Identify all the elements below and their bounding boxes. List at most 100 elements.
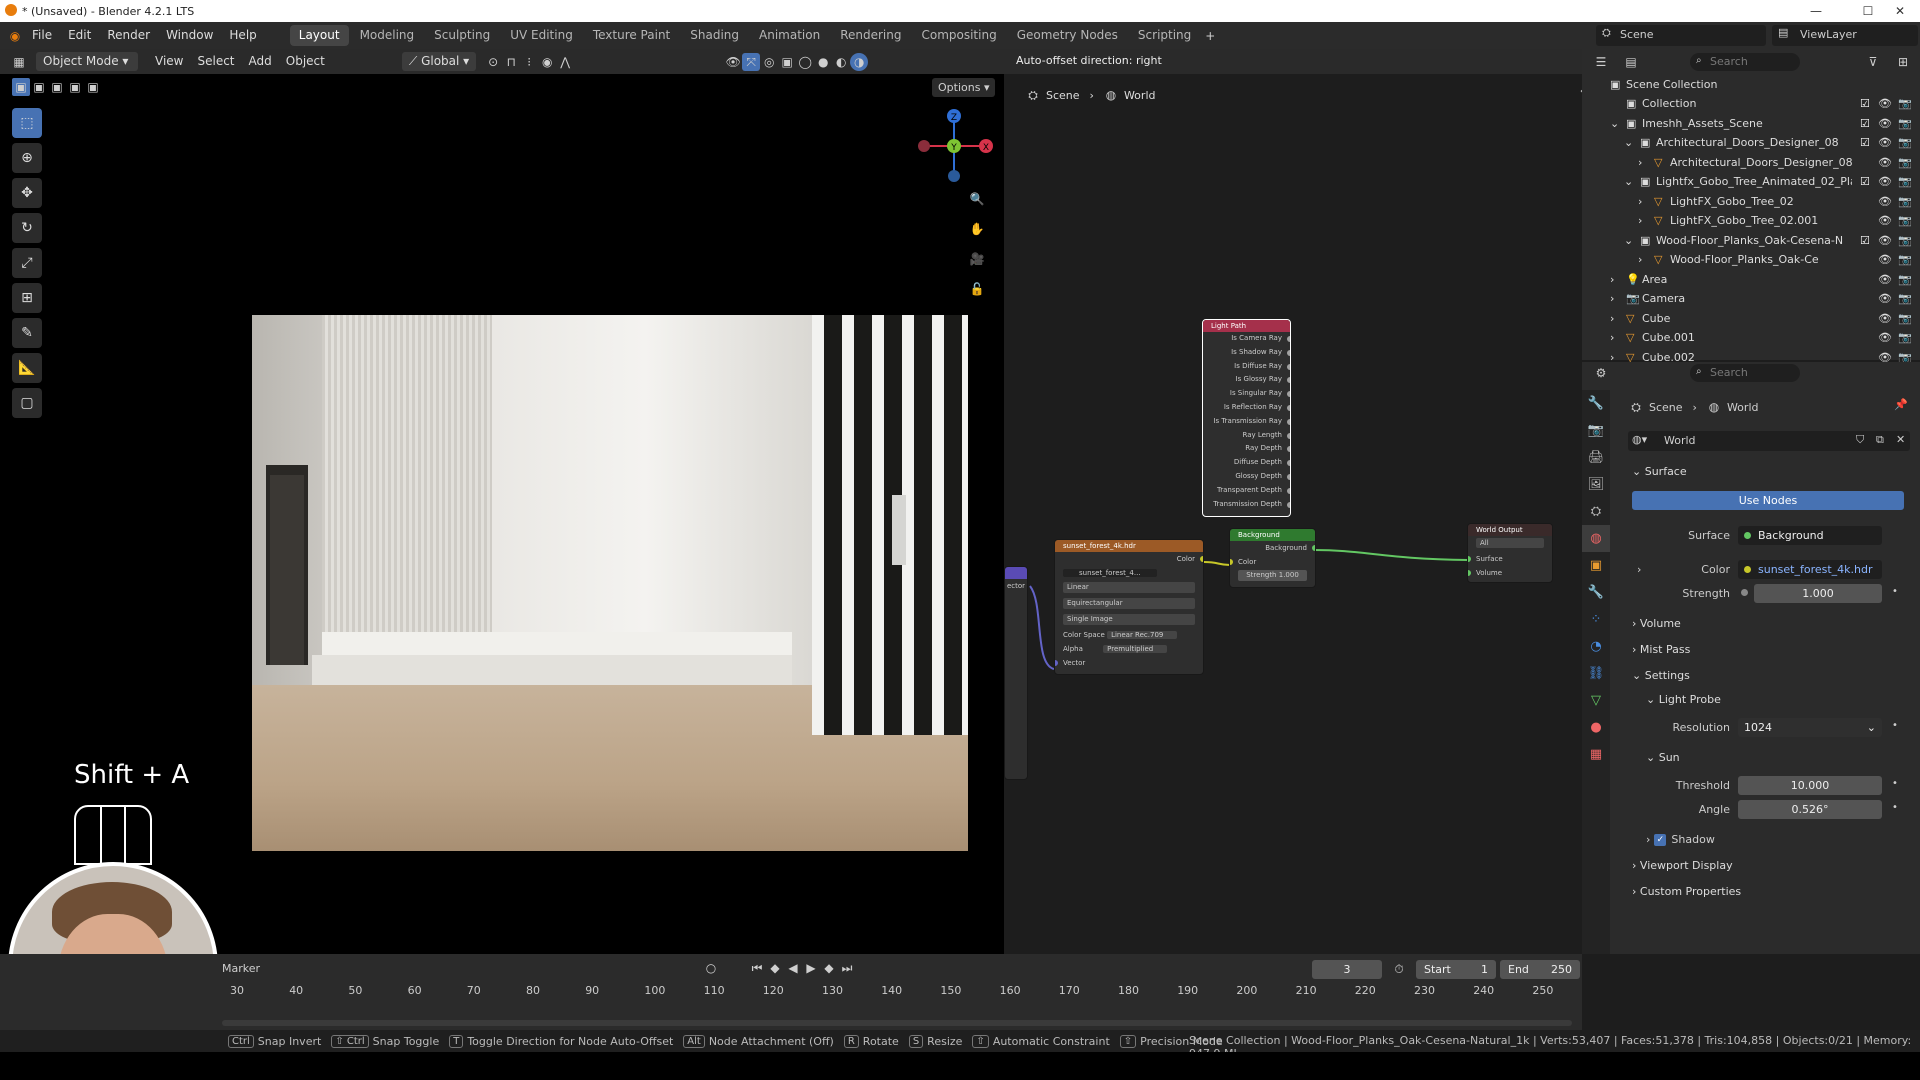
transform-orientation-dropdown[interactable]: ⟋ Global ▾ xyxy=(401,52,477,71)
sun-subpanel-header[interactable]: ⌄ Sun xyxy=(1646,751,1680,764)
tab-scripting[interactable]: Scripting xyxy=(1129,25,1200,46)
background-strength-field[interactable]: Strength 1.000 xyxy=(1230,570,1315,584)
chevron-right-icon[interactable]: › xyxy=(1610,270,1614,289)
light-probe-subpanel-header[interactable]: ⌄ Light Probe xyxy=(1646,693,1721,706)
menu-view[interactable]: View xyxy=(148,52,190,71)
render-camera-icon[interactable]: 📷 xyxy=(1898,114,1912,133)
transform-tool[interactable]: ⊞ xyxy=(12,283,42,313)
duplicate-icon[interactable]: ⧉ xyxy=(1876,433,1884,447)
chevron-right-icon[interactable]: › xyxy=(1638,192,1642,211)
chevron-right-icon[interactable]: › xyxy=(1638,250,1642,269)
menu-help[interactable]: Help xyxy=(221,22,264,49)
menu-add[interactable]: Add xyxy=(242,52,279,71)
world-tab-icon[interactable]: ◍ xyxy=(1582,525,1610,552)
render-camera-icon[interactable]: 📷 xyxy=(1898,270,1912,289)
modifier-tab-icon[interactable]: 🔧 xyxy=(1582,579,1610,606)
texture-tab-icon[interactable]: ▦ xyxy=(1582,741,1610,768)
menu-render[interactable]: Render xyxy=(99,22,158,49)
outliner-item[interactable]: ⌄ ▣ Wood-Floor_Planks_Oak-Cesena-N ☑ 👁 📷 xyxy=(1582,231,1920,250)
play-icon[interactable]: ▶ xyxy=(802,959,820,977)
preview-range-icon[interactable]: ⏱ xyxy=(1390,960,1408,978)
eye-icon[interactable]: 👁 xyxy=(1878,114,1892,133)
outliner-search-input[interactable]: ⌕ Search xyxy=(1690,53,1800,71)
start-frame-field[interactable]: Start 1 xyxy=(1416,960,1496,979)
editor-type-icon[interactable]: ▦ xyxy=(10,53,28,71)
properties-search-input[interactable]: ⌕ Search xyxy=(1690,364,1800,382)
strength-field[interactable]: 1.000 xyxy=(1754,584,1882,603)
solid-shading-icon[interactable]: ● xyxy=(814,53,832,71)
material-tab-icon[interactable]: ● xyxy=(1582,714,1610,741)
measure-tool[interactable]: 📐 xyxy=(12,353,42,383)
add-workspace-icon[interactable]: + xyxy=(1201,27,1219,45)
keyframe-dot-icon[interactable]: • xyxy=(1892,778,1898,789)
world-datablock-field[interactable]: ◍▾ World ⛉ ⧉ ✕ xyxy=(1628,431,1910,451)
object-tab-icon[interactable]: ▣ xyxy=(1582,552,1610,579)
shadow-checkbox[interactable]: ✓ xyxy=(1654,833,1667,846)
tab-rendering[interactable]: Rendering xyxy=(831,25,910,46)
chevron-right-icon[interactable]: › xyxy=(1638,211,1642,230)
object-mode-dropdown[interactable]: Object Mode ▾ xyxy=(36,52,138,71)
environment-texture-node[interactable]: sunset_forest_4k.hdr Color sunset_forest… xyxy=(1054,539,1204,675)
tab-uv-editing[interactable]: UV Editing xyxy=(501,25,582,46)
keyframe-dot-icon[interactable]: • xyxy=(1892,802,1898,813)
light-path-node[interactable]: Light Path Is Camera Ray Is Shadow Ray Is … xyxy=(1202,319,1291,517)
render-camera-icon[interactable]: 📷 xyxy=(1898,211,1912,230)
outliner-item[interactable]: › ▽ Architectural_Doors_Designer_08 👁 📷 xyxy=(1582,153,1920,172)
render-camera-icon[interactable]: 📷 xyxy=(1898,309,1912,328)
menu-file[interactable]: File xyxy=(24,22,60,49)
outliner-item[interactable]: ▣ Collection ☑ 👁 📷 xyxy=(1582,94,1920,113)
overlay-icon[interactable]: ◎ xyxy=(760,53,778,71)
use-nodes-button[interactable]: Use Nodes xyxy=(1632,491,1904,510)
snap-icon[interactable]: ⊓ xyxy=(502,53,520,71)
exclude-checkbox-icon[interactable]: ☑ xyxy=(1860,114,1870,133)
outliner-item[interactable]: ⌄ ▣ Imeshh_Assets_Scene ☑ 👁 📷 xyxy=(1582,114,1920,133)
chevron-down-icon[interactable]: ⌄ xyxy=(1624,231,1633,250)
new-collection-icon[interactable]: ⊞ xyxy=(1894,53,1912,71)
render-camera-icon[interactable]: 📷 xyxy=(1898,172,1912,191)
proportional-edit-icon[interactable]: ◉ xyxy=(538,53,556,71)
unlink-icon[interactable]: ✕ xyxy=(1896,433,1905,446)
pan-hand-icon[interactable]: ✋ xyxy=(968,220,986,238)
exclude-checkbox-icon[interactable]: ☑ xyxy=(1860,231,1870,250)
filter-icon[interactable]: ⊽ xyxy=(1864,53,1882,71)
eye-icon[interactable]: 👁 xyxy=(1878,250,1892,269)
chevron-right-icon[interactable]: › xyxy=(1638,153,1642,172)
wireframe-shading-icon[interactable]: ◯ xyxy=(796,53,814,71)
outliner-item[interactable]: › ▽ Cube 👁 📷 xyxy=(1582,309,1920,328)
rendered-shading-icon[interactable]: ◑ xyxy=(850,52,869,71)
custom-properties-panel-header[interactable]: › Custom Properties xyxy=(1632,885,1741,898)
close-window-button[interactable]: ✕ xyxy=(1880,0,1920,22)
tab-geometry-nodes[interactable]: Geometry Nodes xyxy=(1008,25,1127,46)
eye-icon[interactable]: 👁 xyxy=(1878,211,1892,230)
select-new-icon[interactable]: ▣ xyxy=(12,78,30,96)
navigation-gizmo[interactable]: Z X Y xyxy=(914,104,994,184)
partial-mapping-node[interactable]: ector xyxy=(1004,566,1028,780)
move-tool[interactable]: ✥ xyxy=(12,178,42,208)
shadow-subpanel-header[interactable]: › ✓ Shadow xyxy=(1646,833,1715,846)
xray-icon[interactable]: ▣ xyxy=(778,53,796,71)
background-node[interactable]: Background Background Color Strength 1.0… xyxy=(1229,528,1316,588)
exclude-checkbox-icon[interactable]: ☑ xyxy=(1860,94,1870,113)
mist-pass-panel-header[interactable]: › Mist Pass xyxy=(1632,643,1690,656)
outliner-item[interactable]: › ▽ LightFX_Gobo_Tree_02 👁 📷 xyxy=(1582,192,1920,211)
chevron-down-icon[interactable]: ⌄ xyxy=(1624,133,1633,152)
tab-sculpting[interactable]: Sculpting xyxy=(425,25,499,46)
next-keyframe-icon[interactable]: ◆ xyxy=(820,959,838,977)
resolution-dropdown[interactable]: 1024 ⌄ xyxy=(1738,718,1882,737)
surface-value-field[interactable]: Background xyxy=(1738,526,1882,545)
fake-user-icon[interactable]: ⛉ xyxy=(1856,433,1864,447)
chevron-right-icon[interactable]: › xyxy=(1610,289,1614,308)
annotate-tool[interactable]: ✎ xyxy=(12,318,42,348)
jump-start-icon[interactable]: ⏮ xyxy=(748,959,766,977)
end-frame-field[interactable]: End 250 xyxy=(1500,960,1580,979)
eye-icon[interactable]: 👁 xyxy=(1878,172,1892,191)
render-camera-icon[interactable]: 📷 xyxy=(1898,133,1912,152)
select-extend-icon[interactable]: ▣ xyxy=(30,78,48,96)
data-tab-icon[interactable]: ▽ xyxy=(1582,687,1610,714)
particles-tab-icon[interactable]: ⁘ xyxy=(1582,606,1610,633)
select-invert-icon[interactable]: ▣ xyxy=(66,78,84,96)
tab-compositing[interactable]: Compositing xyxy=(912,25,1005,46)
render-camera-icon[interactable]: 📷 xyxy=(1898,250,1912,269)
outliner-item[interactable]: › 📷 Camera 👁 📷 xyxy=(1582,289,1920,308)
outliner-item[interactable]: ⌄ ▣ Architectural_Doors_Designer_08 ☑ 👁 📷 xyxy=(1582,133,1920,152)
